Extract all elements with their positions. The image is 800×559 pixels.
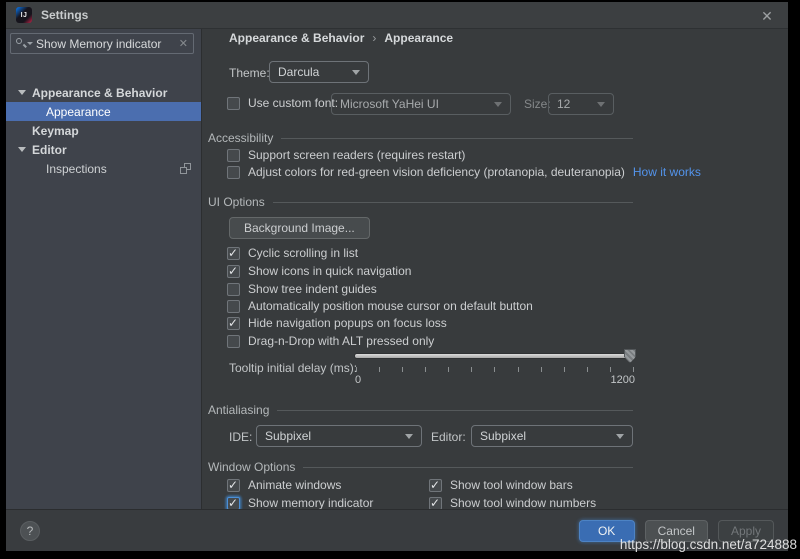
chevron-down-icon: [597, 101, 605, 107]
appearance-settings-panel: Appearance & Behavior › Appearance Theme…: [203, 29, 788, 509]
hide-nav-popups-checkbox[interactable]: [227, 316, 240, 330]
background-image-button[interactable]: Background Image...: [229, 217, 370, 239]
editor-antialiasing-select[interactable]: Subpixel: [471, 425, 633, 447]
sidebar-item-keymap[interactable]: Keymap: [6, 121, 201, 140]
show-icons-quick-nav-checkbox[interactable]: [227, 264, 240, 278]
show-tool-window-bars-row: Show tool window bars: [429, 477, 573, 493]
tree-indent-guides-row: Show tree indent guides: [227, 281, 377, 297]
section-divider: [277, 409, 633, 411]
screen-readers-row: Support screen readers (requires restart…: [227, 147, 465, 163]
intellij-logo-icon: IJ: [16, 7, 32, 23]
auto-position-cursor-checkbox[interactable]: [227, 299, 240, 313]
font-family-select[interactable]: Microsoft YaHei UI: [331, 93, 511, 115]
slider-thumb[interactable]: [624, 349, 636, 363]
chevron-down-icon: [494, 101, 502, 107]
cyclic-scrolling-row: Cyclic scrolling in list: [227, 245, 358, 261]
use-custom-font-row: Use custom font:: [227, 95, 338, 111]
window-options-section-header: Window Options: [208, 460, 633, 474]
chevron-down-icon: [405, 433, 413, 439]
slider-max-label: 1200: [610, 374, 635, 386]
search-icon: [16, 37, 33, 50]
antialiasing-section-header: Antialiasing: [208, 403, 633, 417]
section-divider: [272, 201, 633, 203]
section-divider: [303, 466, 633, 468]
section-divider: [281, 137, 633, 139]
font-size-label: Size:: [524, 97, 551, 111]
watermark: https://blog.csdn.net/a724888: [619, 537, 797, 552]
window-title: Settings: [41, 8, 89, 22]
search-value[interactable]: Show Memory indicator: [36, 37, 179, 51]
editor-antialiasing-label: Editor:: [431, 430, 466, 444]
auto-position-cursor-row: Automatically position mouse cursor on d…: [227, 298, 533, 314]
red-green-vision-row: Adjust colors for red-green vision defic…: [227, 164, 701, 180]
breadcrumb-separator: ›: [372, 31, 377, 45]
slider-track[interactable]: [355, 354, 635, 358]
tooltip-delay-label: Tooltip initial delay (ms):: [229, 361, 358, 375]
close-icon[interactable]: ✕: [758, 7, 776, 25]
breadcrumb: Appearance & Behavior › Appearance: [229, 31, 453, 45]
cyclic-scrolling-checkbox[interactable]: [227, 246, 240, 260]
animate-windows-row: Animate windows: [227, 477, 341, 493]
show-icons-quick-nav-row: Show icons in quick navigation: [227, 263, 411, 279]
slider-min-label: 0: [355, 374, 362, 386]
copy-icon: [180, 163, 191, 174]
breadcrumb-current: Appearance: [384, 31, 454, 45]
show-tool-window-numbers-row: Show tool window numbers: [429, 495, 596, 509]
sidebar-item-appearance-behavior[interactable]: Appearance & Behavior: [6, 83, 201, 102]
breadcrumb-parent[interactable]: Appearance & Behavior: [229, 31, 364, 45]
clear-search-icon[interactable]: ✕: [179, 37, 188, 50]
accessibility-section-header: Accessibility: [208, 131, 633, 145]
use-custom-font-label: Use custom font:: [248, 96, 339, 110]
hide-nav-popups-row: Hide navigation popups on focus loss: [227, 315, 447, 331]
how-it-works-link[interactable]: How it works: [633, 165, 701, 179]
settings-dialog: IJ Settings ✕ Show Memory indicator ✕ Ap…: [6, 2, 788, 551]
chevron-down-icon[interactable]: [18, 147, 26, 152]
help-button[interactable]: ?: [20, 520, 40, 541]
ide-antialiasing-label: IDE:: [229, 430, 253, 444]
animate-windows-checkbox[interactable]: [227, 478, 240, 492]
sidebar-item-inspections[interactable]: Inspections: [6, 159, 201, 178]
ide-antialiasing-select[interactable]: Subpixel: [256, 425, 422, 447]
show-memory-indicator-checkbox[interactable]: [227, 496, 240, 509]
show-tool-window-numbers-checkbox[interactable]: [429, 496, 442, 509]
search-input[interactable]: Show Memory indicator ✕: [10, 33, 194, 54]
chevron-down-icon[interactable]: [18, 90, 26, 95]
font-size-select[interactable]: 12: [548, 93, 614, 115]
tooltip-delay-slider[interactable]: 0 1200: [355, 349, 636, 386]
tree-indent-guides-checkbox[interactable]: [227, 282, 240, 296]
adjust-colors-checkbox[interactable]: [227, 165, 240, 179]
ui-options-section-header: UI Options: [208, 195, 633, 209]
support-screen-readers-checkbox[interactable]: [227, 148, 240, 162]
show-tool-window-bars-checkbox[interactable]: [429, 478, 442, 492]
sidebar-item-editor[interactable]: Editor: [6, 140, 201, 159]
use-custom-font-checkbox[interactable]: [227, 96, 240, 110]
drag-n-drop-alt-checkbox[interactable]: [227, 334, 240, 348]
chevron-down-icon: [616, 433, 624, 439]
sidebar-item-appearance[interactable]: Appearance: [6, 102, 201, 121]
theme-select[interactable]: Darcula: [269, 61, 369, 83]
chevron-down-icon: [352, 69, 360, 75]
theme-label: Theme:: [229, 66, 270, 80]
slider-ticks: [355, 367, 635, 372]
settings-sidebar: Show Memory indicator ✕ Appearance & Beh…: [6, 29, 202, 509]
drag-n-drop-alt-row: Drag-n-Drop with ALT pressed only: [227, 333, 434, 349]
show-memory-indicator-row: Show memory indicator: [227, 495, 373, 509]
title-bar: IJ Settings ✕: [6, 2, 788, 29]
